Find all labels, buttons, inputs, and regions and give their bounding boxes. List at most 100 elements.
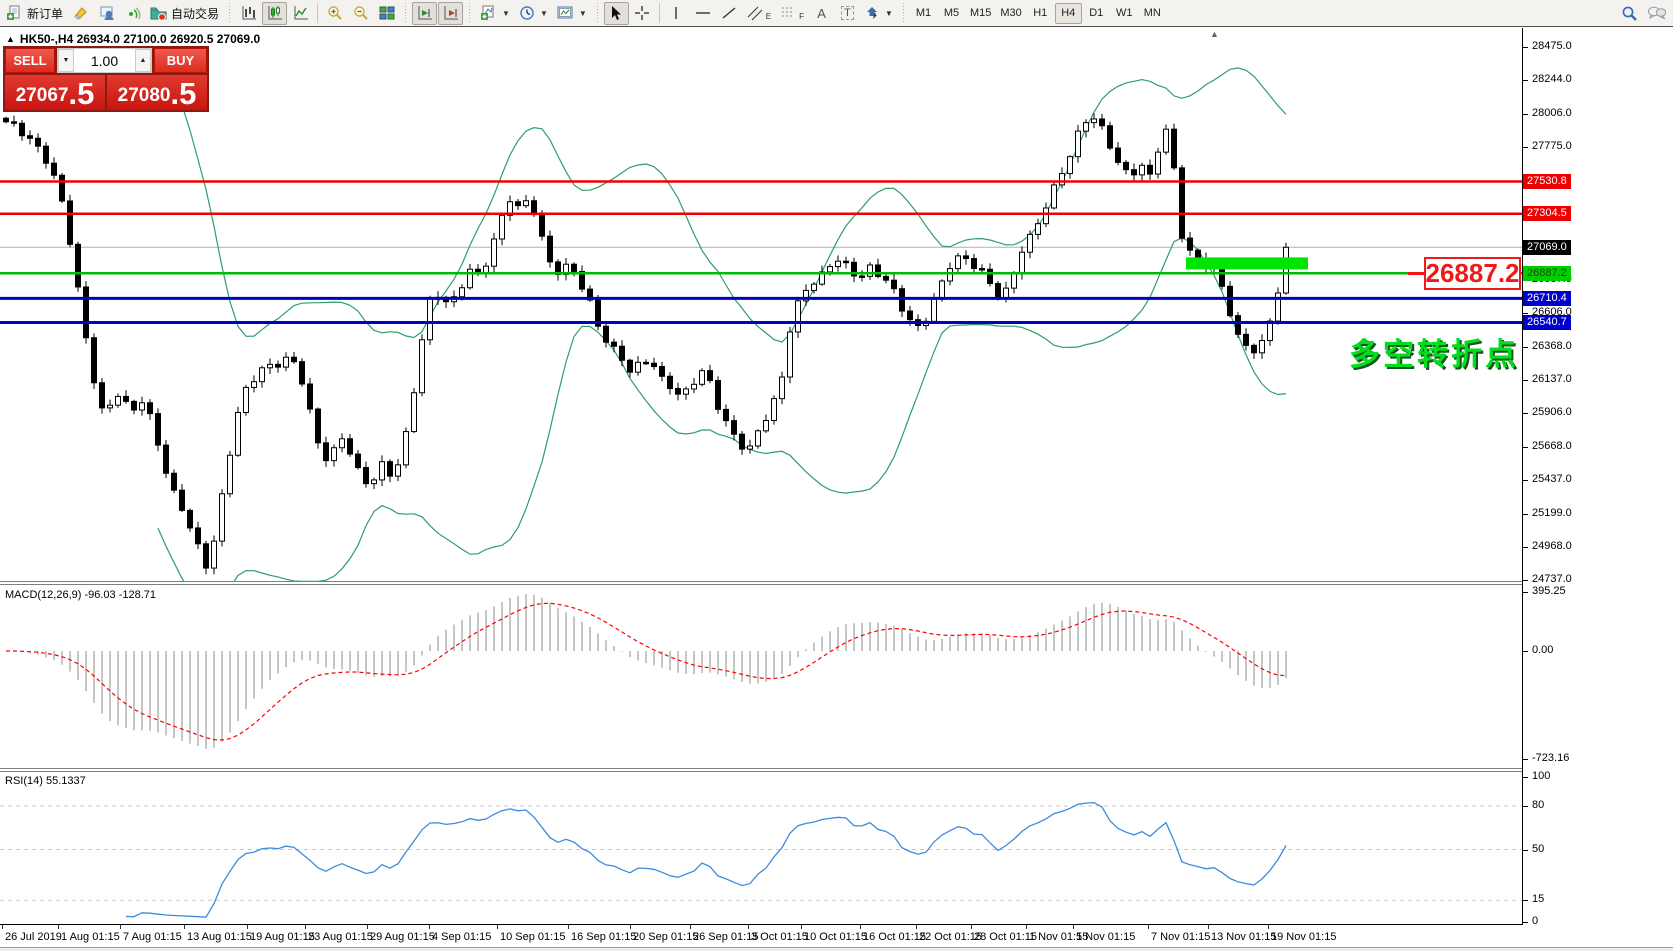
timeframe-h4[interactable]: H4 — [1055, 3, 1082, 24]
search-button[interactable] — [1617, 2, 1642, 25]
arrows-button[interactable]: ▼ — [861, 2, 897, 25]
equidistant-channel-button[interactable]: E — [743, 2, 775, 25]
price-tick-label: 24737.0 — [1532, 573, 1572, 585]
periods-button[interactable]: ▼ — [515, 2, 552, 25]
date-tick — [1026, 925, 1027, 929]
text-label-button[interactable]: T — [835, 2, 860, 25]
price-level-badge: 27069.0 — [1523, 240, 1571, 255]
candlestick-chart-button[interactable] — [262, 2, 287, 25]
volume-decrease-button[interactable]: ▼ — [58, 49, 74, 72]
timeframe-m5[interactable]: M5 — [938, 3, 965, 24]
horizontal-line-button[interactable] — [690, 2, 716, 25]
new-order-button[interactable]: 新订单 — [2, 2, 67, 25]
axis-tick — [1523, 480, 1528, 481]
date-tick — [801, 925, 802, 929]
axis-tick — [1523, 47, 1528, 48]
date-label: 16 Sep 01:15 — [571, 931, 636, 943]
templates-button[interactable]: ▼ — [553, 2, 591, 25]
eraser-button[interactable] — [68, 2, 93, 25]
auto-scroll-button[interactable] — [438, 2, 463, 25]
date-label: 20 Sep 01:15 — [633, 931, 698, 943]
axis-tick — [1523, 777, 1528, 778]
search-icon — [1621, 5, 1638, 22]
date-label: 19 Nov 01:15 — [1271, 931, 1336, 943]
sell-button[interactable]: SELL — [5, 48, 55, 73]
fibo-letter: F — [799, 12, 804, 21]
axis-tick — [1523, 347, 1528, 348]
timeframe-m30[interactable]: M30 — [996, 3, 1025, 24]
timeframe-w1[interactable]: W1 — [1111, 3, 1138, 24]
timeframe-m15[interactable]: M15 — [966, 3, 995, 24]
add-indicator-button[interactable]: ▼ — [476, 2, 514, 25]
price-tick-label: 27775.0 — [1532, 140, 1572, 152]
date-tick — [568, 925, 569, 929]
arrows-icon — [865, 5, 880, 21]
axis-tick — [1523, 547, 1528, 548]
dropdown-caret-icon: ▼ — [540, 9, 548, 18]
fibonacci-button[interactable]: F — [776, 2, 808, 25]
add-indicator-icon — [480, 5, 497, 21]
rsi-indicator-pane[interactable] — [0, 772, 1522, 924]
trendline-button[interactable] — [717, 2, 742, 25]
date-label: 5 Nov 01:15 — [1076, 931, 1135, 943]
zoom-out-button[interactable] — [348, 2, 373, 25]
template-icon — [557, 5, 574, 21]
buy-price[interactable]: 27080 .5 — [107, 75, 207, 110]
terminal-window: 新订单 自动交易 — [0, 0, 1673, 951]
timeframe-mn[interactable]: MN — [1139, 3, 1166, 24]
date-label: 4 Sep 01:15 — [432, 931, 491, 943]
price-tick-label: 28006.0 — [1532, 107, 1572, 119]
axis-tick — [1523, 922, 1528, 923]
sell-price[interactable]: 27067 .5 — [5, 75, 105, 110]
timeframe-h1[interactable]: H1 — [1027, 3, 1054, 24]
level-callout[interactable]: 26887.2 — [1424, 257, 1521, 290]
date-tick — [120, 925, 121, 929]
tile-windows-button[interactable] — [374, 2, 399, 25]
sell-price-main: 27067 — [16, 83, 69, 109]
macd-tick-label: -723.16 — [1532, 752, 1569, 764]
date-label: 10 Sep 01:15 — [500, 931, 565, 943]
timeframe-m1[interactable]: M1 — [910, 3, 937, 24]
buy-price-main: 27080 — [118, 83, 171, 109]
line-chart-button[interactable] — [288, 2, 313, 25]
zoom-in-button[interactable] — [322, 2, 347, 25]
signal-button[interactable] — [120, 2, 145, 25]
date-tick — [429, 925, 430, 929]
scroll-marker-icon[interactable]: ▲ — [1210, 29, 1219, 39]
timeframe-bar: M1M5M15M30H1H4D1W1MN — [910, 3, 1166, 24]
volume-increase-button[interactable]: ▲ — [135, 49, 151, 72]
macd-label: MACD(12,26,9) -96.03 -128.71 — [5, 589, 156, 601]
panel-collapse-icon[interactable]: ▲ — [6, 34, 15, 44]
main-price-chart[interactable] — [0, 28, 1522, 581]
profile-button[interactable] — [94, 2, 119, 25]
volume-value[interactable]: 1.00 — [74, 49, 135, 72]
date-label: 26 Jul 2019 — [5, 931, 62, 943]
fibonacci-icon — [780, 5, 798, 21]
chat-button[interactable] — [1643, 2, 1671, 25]
price-level-badge: 27304.5 — [1523, 206, 1571, 221]
one-click-trading-panel: SELL ▼ 1.00 ▲ BUY 27067 .5 27080 .5 — [3, 46, 209, 112]
text-button[interactable]: A — [809, 2, 834, 25]
channel-letter: E — [766, 12, 771, 21]
crosshair-button[interactable] — [630, 2, 655, 25]
dropdown-caret-icon: ▼ — [579, 9, 587, 18]
chart-shift-button[interactable] — [412, 2, 437, 25]
cursor-button[interactable] — [604, 2, 629, 25]
timeframe-d1[interactable]: D1 — [1083, 3, 1110, 24]
buy-button[interactable]: BUY — [154, 48, 207, 73]
date-tick — [184, 925, 185, 929]
window-bottom-strip — [0, 947, 1673, 951]
eraser-icon — [73, 5, 89, 21]
rsi-tick-label: 80 — [1532, 799, 1544, 811]
date-label: 3 Oct 01:15 — [751, 931, 808, 943]
vertical-line-button[interactable] — [664, 2, 689, 25]
price-tick-label: 25437.0 — [1532, 473, 1572, 485]
autotrade-icon — [150, 5, 167, 21]
price-level-badge: 27530.8 — [1523, 174, 1571, 189]
macd-indicator-pane[interactable] — [0, 585, 1522, 768]
bar-chart-button[interactable] — [236, 2, 261, 25]
autotrade-button[interactable]: 自动交易 — [146, 2, 223, 25]
vertical-line-icon — [670, 5, 682, 21]
line-chart-icon — [293, 5, 309, 21]
turning-point-annotation[interactable]: 多空转折点 — [1349, 329, 1519, 374]
